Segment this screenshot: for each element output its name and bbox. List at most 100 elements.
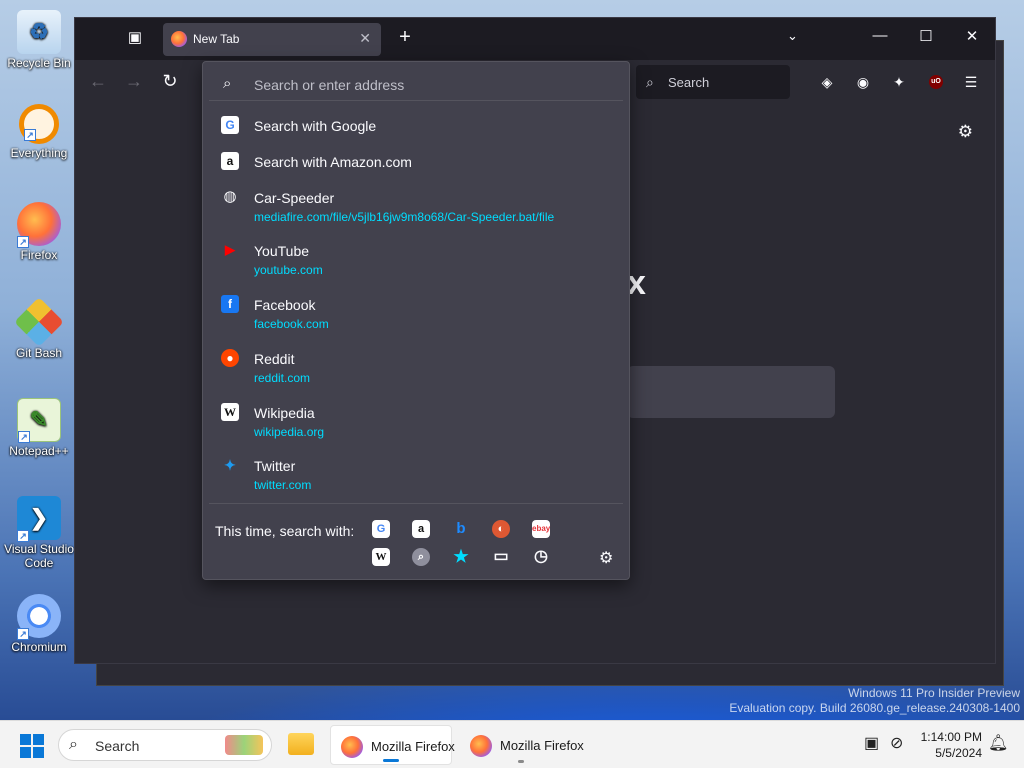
ublock-origin-button[interactable]: uO	[929, 75, 943, 89]
row-url: reddit.com	[254, 371, 311, 385]
new-tab-button[interactable]: +	[393, 26, 417, 49]
forward-button[interactable]: →	[123, 71, 145, 92]
facebook-icon: f	[221, 295, 239, 313]
taskbar-search[interactable]: ⌕ Search	[58, 729, 272, 761]
bing-icon[interactable]: b	[452, 520, 470, 538]
recycle-bin-icon: ♻	[17, 10, 61, 54]
desktop-icon-label: Visual Studio Code	[4, 542, 74, 570]
start-button[interactable]	[20, 734, 44, 758]
row-title: YouTube	[254, 243, 310, 259]
account-button[interactable]: ◉	[853, 72, 873, 92]
taskbar-app-firefox-1[interactable]: Mozilla Firefox	[330, 725, 455, 765]
row-title: Search with Google	[254, 118, 377, 134]
active-indicator	[383, 759, 399, 762]
desktop-icon-chromium[interactable]: ↗ Chromium	[4, 594, 74, 654]
wikipedia-icon[interactable]: W	[372, 548, 390, 566]
search-icon: ⌕	[69, 736, 78, 753]
ebay-icon[interactable]: ebay	[532, 520, 550, 538]
firefox-view-button[interactable]: ▣	[123, 28, 147, 50]
new-tab-search-field[interactable]	[627, 366, 835, 418]
gear-icon: ⚙	[957, 122, 973, 141]
urlbar-input[interactable]: ⌕ Search or enter address	[209, 66, 623, 100]
account-icon: ◉	[856, 74, 870, 90]
gear-icon: ⚙	[599, 550, 614, 567]
row-url: youtube.com	[254, 263, 323, 277]
globe-icon: ◍	[223, 188, 237, 205]
watermark-edition: Windows 11 Pro Insider Preview	[848, 686, 1020, 700]
shortcut-arrow-icon: ↗	[17, 530, 29, 542]
desktop-icon-recycle-bin[interactable]: ♻ Recycle Bin	[4, 10, 74, 70]
amazon-icon[interactable]: a	[412, 520, 430, 538]
notification-bell-icon[interactable]: 🔔︎	[988, 733, 1008, 753]
customize-new-tab-button[interactable]: ⚙	[958, 122, 973, 142]
system-clock[interactable]: 1:14:00 PM 5/5/2024	[921, 729, 982, 761]
clock-time: 1:14:00 PM	[920, 730, 982, 744]
duckduckgo-icon[interactable]: ◐	[492, 520, 510, 538]
running-indicator	[518, 760, 524, 763]
minimize-icon: —	[872, 27, 888, 44]
desktop-icon-firefox[interactable]: ↗ Firefox	[4, 202, 74, 262]
taskbar-app-firefox-2[interactable]: Mozilla Firefox	[460, 725, 584, 765]
extensions-button[interactable]: ✦	[889, 72, 909, 92]
desktop-icon-label: Chromium	[11, 640, 67, 654]
firefox-view-icon: ▣	[127, 29, 143, 46]
tab-bar: ▣ New Tab ✕ + ⌄ — ☐ ✕	[75, 18, 995, 60]
row-url: wikipedia.org	[254, 425, 325, 439]
desktop-icon-everything[interactable]: ↗ Everything	[4, 104, 74, 160]
desktop-icon-git-bash[interactable]: Git Bash	[4, 297, 74, 360]
desktop-icon-label: Notepad++	[9, 444, 69, 458]
firefox-favicon-icon	[171, 31, 187, 47]
forward-arrow-icon: →	[125, 71, 143, 91]
watermark-build: Evaluation copy. Build 26080.ge_release.…	[729, 701, 1020, 715]
back-button[interactable]: ←	[87, 71, 109, 92]
clock-date: 5/5/2024	[935, 746, 982, 760]
volume-muted-icon[interactable]: ⊘	[890, 733, 903, 753]
tab-new-tab[interactable]: New Tab ✕	[163, 23, 381, 56]
search-icon: ⌕	[223, 75, 232, 92]
wikipedia-icon: W	[221, 403, 239, 421]
network-icon[interactable]: ▣	[864, 733, 879, 753]
row-title: Facebook	[254, 297, 316, 313]
search-settings-button[interactable]: ⚙	[599, 548, 613, 568]
chromium-icon: ↗	[17, 594, 61, 640]
reload-icon: ↻	[162, 71, 178, 91]
search-highlight-icon	[225, 735, 263, 755]
history-icon[interactable]: ◷	[532, 548, 550, 566]
desktop-icon-label: Git Bash	[15, 346, 63, 360]
minimize-button[interactable]: —	[865, 27, 895, 44]
file-explorer-icon[interactable]	[288, 733, 314, 755]
search-engine-icon[interactable]: ⌕	[412, 548, 430, 566]
pocket-button[interactable]: ◈	[817, 72, 837, 92]
search-icon: ⌕	[646, 74, 654, 90]
plus-icon: +	[399, 26, 411, 48]
maximize-button[interactable]: ☐	[911, 27, 941, 45]
search-bar-placeholder: Search	[668, 75, 710, 90]
taskbar-app-label: Mozilla Firefox	[371, 739, 455, 754]
row-url: mediafire.com/file/v5jlb16jw9m8o68/Car-S…	[254, 210, 555, 224]
reload-button[interactable]: ↻	[159, 71, 181, 92]
google-icon[interactable]: G	[372, 520, 390, 538]
google-icon: G	[221, 116, 239, 134]
taskbar: ⌕ Search Mozilla Firefox Mozilla Firefox…	[0, 720, 1024, 768]
desktop-icon-label: Firefox	[20, 248, 58, 262]
windows-logo-icon	[20, 734, 31, 745]
pocket-icon: ◈	[821, 74, 833, 90]
tab-close-button[interactable]: ✕	[359, 30, 371, 47]
row-title: Wikipedia	[254, 405, 315, 421]
search-bar[interactable]: ⌕ Search	[636, 65, 790, 99]
firefox-icon: ↗	[17, 202, 61, 248]
shortcut-arrow-icon: ↗	[24, 129, 36, 141]
app-menu-button[interactable]: ☰	[961, 72, 981, 92]
desktop-icon-notepad-plus-plus[interactable]: ✎ ↗ Notepad++	[4, 398, 74, 458]
close-window-button[interactable]: ✕	[957, 27, 987, 45]
list-all-tabs-button[interactable]: ⌄	[787, 28, 798, 44]
oneoff-divider	[209, 503, 623, 504]
tabs-icon[interactable]: ▭	[492, 548, 510, 566]
puzzle-piece-icon: ✦	[893, 74, 905, 90]
bookmarks-icon[interactable]: ★	[452, 548, 470, 566]
shortcut-arrow-icon: ↗	[17, 628, 29, 640]
windows-watermark: Windows 11 Pro Insider Preview Evaluatio…	[729, 686, 1020, 716]
back-arrow-icon: ←	[89, 71, 107, 91]
urlbar-divider	[209, 100, 623, 101]
desktop-icon-vscode[interactable]: ❯ ↗ Visual Studio Code	[4, 496, 74, 570]
